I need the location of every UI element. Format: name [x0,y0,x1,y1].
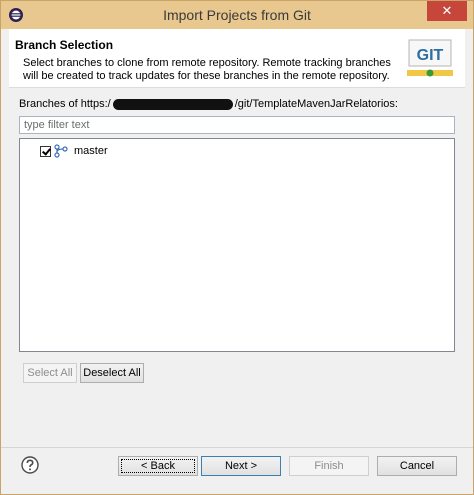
branch-checkbox[interactable] [40,145,51,157]
select-all-button[interactable]: Select All [23,363,77,383]
footer-separator [1,447,473,448]
filter-input[interactable] [19,116,455,134]
next-button[interactable]: Next > [201,456,281,476]
page-description: Select branches to clone from remote rep… [23,57,391,82]
git-logo-icon: GIT [407,39,453,77]
close-icon: ✕ [441,3,453,18]
branch-icon [54,144,68,158]
redacted-host [112,98,233,110]
git-logo-text: GIT [417,47,444,64]
window-title: Import Projects from Git [163,7,311,23]
close-button[interactable]: ✕ [427,1,467,21]
branch-label: master [74,145,108,157]
cancel-button[interactable]: Cancel [377,456,457,476]
back-button[interactable]: < Back [118,456,198,476]
branch-item-master[interactable]: master [40,143,108,159]
branch-selection-panel: Branches of https:/ /git/TemplateMavenJar… [9,88,465,448]
branches-label-prefix: Branches of https:/ [19,98,111,110]
finish-button[interactable]: Finish [289,456,369,476]
title-bar[interactable]: Import Projects from Git ✕ [1,1,473,29]
branch-tree[interactable]: master [19,138,455,352]
branches-label: Branches of https:/ /git/TemplateMavenJar… [19,98,398,110]
wizard-banner: Branch Selection Select branches to clon… [9,29,465,88]
page-title: Branch Selection [15,38,114,52]
branches-label-suffix: /git/TemplateMavenJarRelatorios: [234,98,398,110]
import-projects-dialog: Import Projects from Git ✕ Branch Select… [0,0,474,495]
deselect-all-button[interactable]: Deselect All [80,363,144,383]
help-icon[interactable] [21,456,39,474]
